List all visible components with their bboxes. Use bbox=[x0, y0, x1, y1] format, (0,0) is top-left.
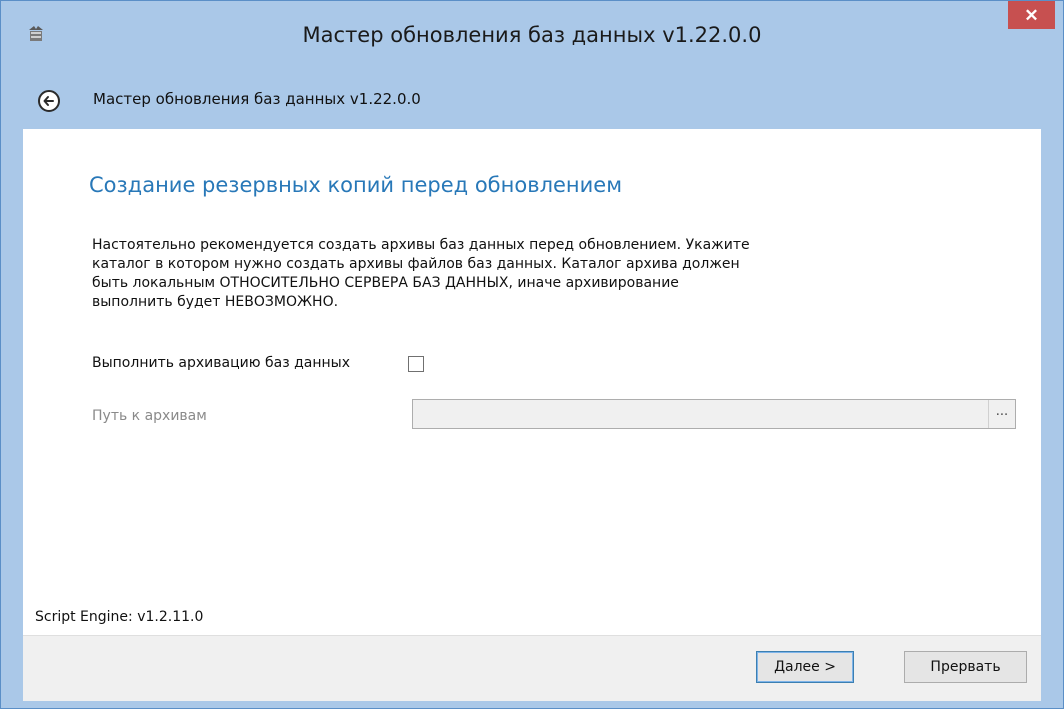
window-title: Мастер обновления баз данных v1.22.0.0 bbox=[302, 23, 762, 47]
description-line: Настоятельно рекомендуется создать архив… bbox=[92, 237, 750, 253]
archive-checkbox[interactable] bbox=[408, 356, 424, 372]
next-button-label: алее > bbox=[785, 659, 836, 675]
close-icon: ✕ bbox=[1024, 6, 1039, 25]
description-line: быть локальным ОТНОСИТЕЛЬНО СЕРВЕРА БАЗ … bbox=[92, 275, 679, 291]
back-arrow-icon bbox=[43, 96, 54, 106]
wizard-footer: Далее > Прервать bbox=[23, 635, 1041, 701]
script-engine-version: Script Engine: v1.2.11.0 bbox=[35, 609, 204, 625]
page-heading: Создание резервных копий перед обновлени… bbox=[89, 173, 623, 197]
next-button[interactable]: Далее > bbox=[756, 651, 854, 683]
cancel-button[interactable]: Прервать bbox=[904, 651, 1027, 683]
archive-checkbox-label[interactable]: Выполнить архивацию баз данных bbox=[92, 355, 350, 371]
back-button[interactable] bbox=[38, 90, 60, 112]
wizard-nav-bar: Мастер обновления баз данных v1.22.0.0 bbox=[1, 71, 1063, 129]
archive-path-label: Путь к архивам bbox=[92, 408, 207, 424]
browse-button[interactable]: ... bbox=[988, 400, 1015, 428]
archive-path-input[interactable] bbox=[412, 399, 1016, 429]
description-line: каталог в котором нужно создать архивы ф… bbox=[92, 256, 740, 272]
description-text: Настоятельно рекомендуется создать архив… bbox=[92, 236, 912, 312]
next-button-mnemonic: Д bbox=[774, 659, 785, 675]
description-line: выполнить будет НЕВОЗМОЖНО. bbox=[92, 294, 339, 310]
wizard-content: Создание резервных копий перед обновлени… bbox=[23, 129, 1041, 635]
wizard-window: Мастер обновления баз данных v1.22.0.0 ✕… bbox=[0, 0, 1064, 709]
title-bar[interactable]: Мастер обновления баз данных v1.22.0.0 ✕ bbox=[1, 1, 1063, 71]
close-button[interactable]: ✕ bbox=[1008, 1, 1055, 29]
wizard-nav-title: Мастер обновления баз данных v1.22.0.0 bbox=[93, 90, 421, 108]
